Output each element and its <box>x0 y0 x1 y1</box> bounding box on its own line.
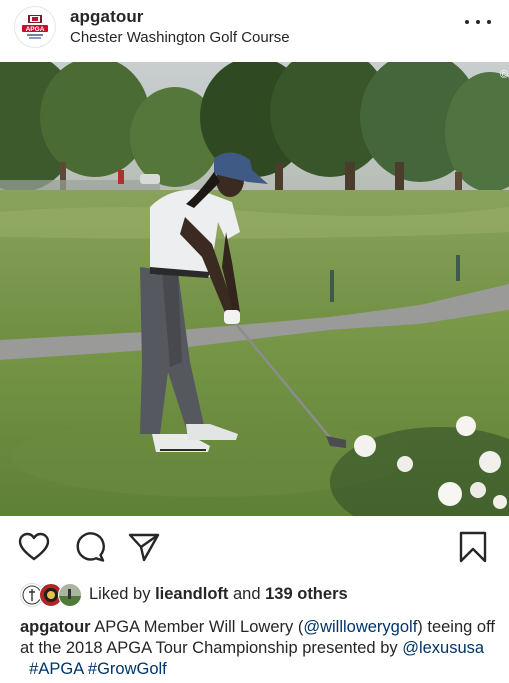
dot <box>476 20 480 24</box>
post-header: APGA apgatour Chester Washington Golf Co… <box>0 0 509 60</box>
action-bar <box>0 530 509 570</box>
mention-link[interactable]: @willlowerygolf <box>303 618 417 636</box>
likes-prefix: Liked by <box>89 585 151 603</box>
first-liker[interactable]: lieandloft <box>155 585 228 603</box>
svg-text:APGA: APGA <box>26 26 45 33</box>
dot <box>487 20 491 24</box>
mention-link[interactable]: @lexususa <box>402 639 484 657</box>
likes-summary[interactable]: Liked by lieandloft and 139 others <box>89 585 348 604</box>
liker-avatars[interactable] <box>20 583 82 607</box>
paper-plane-icon[interactable] <box>127 530 161 564</box>
watermark: © <box>500 69 508 81</box>
caption-text <box>20 660 29 678</box>
more-options-icon[interactable] <box>465 12 491 32</box>
author-username[interactable]: apgatour <box>70 7 144 27</box>
likes-and: and <box>233 585 261 603</box>
apga-logo-icon: APGA <box>16 8 54 46</box>
post-caption: apgatour APGA Member Will Lowery (@willl… <box>20 617 495 680</box>
likes-row: Liked by lieandloft and 139 others <box>0 581 509 609</box>
post-location[interactable]: Chester Washington Golf Course <box>70 29 290 46</box>
post-photo[interactable]: © <box>0 62 509 516</box>
hashtag-link[interactable]: #APGA <box>29 660 83 678</box>
author-avatar[interactable]: APGA <box>14 6 56 48</box>
bookmark-icon[interactable] <box>456 530 490 564</box>
comment-icon[interactable] <box>73 530 107 564</box>
hashtag-link[interactable]: #GrowGolf <box>88 660 167 678</box>
dot <box>465 20 469 24</box>
caption-author[interactable]: apgatour <box>20 618 91 636</box>
likes-others[interactable]: 139 others <box>265 585 348 603</box>
caption-text: APGA Member Will Lowery ( <box>90 618 304 636</box>
heart-icon[interactable] <box>17 530 51 564</box>
liker-avatar <box>58 583 82 607</box>
golf-scene-image: © <box>0 62 509 516</box>
